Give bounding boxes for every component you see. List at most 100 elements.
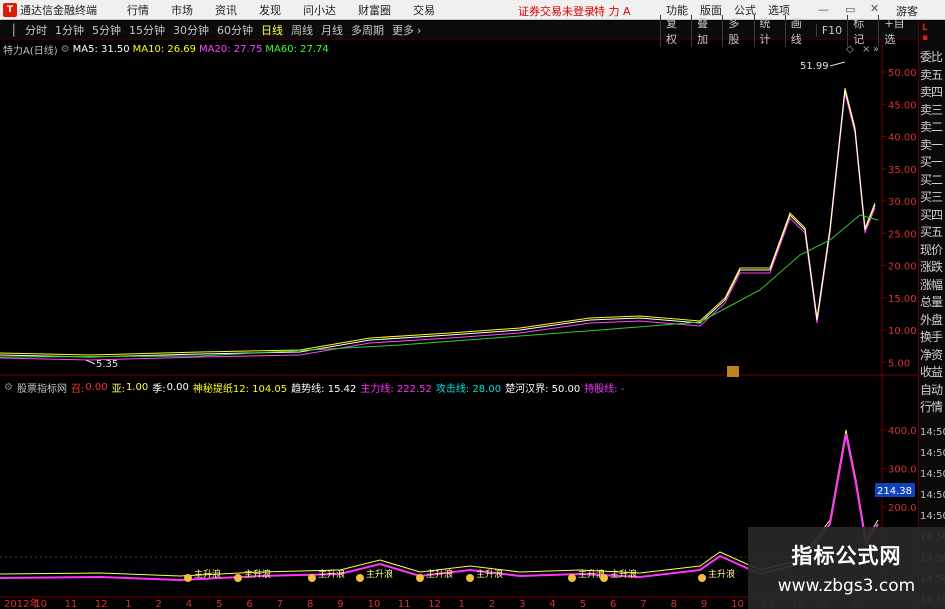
ma60-value: MA60: 27.74 (265, 43, 329, 55)
signal-label: 主升浪 (194, 568, 221, 580)
signal-label: 主升浪 (426, 568, 453, 580)
date-tick-label: 8 (307, 599, 313, 609)
indicator-header: ⚙ 股票指标网 召: 0.00 亚: 1.00 季: 0.00 神秘提纸12: … (0, 380, 625, 395)
indicator-current-value: 214.38 (877, 486, 912, 497)
signal-hand-icon (466, 574, 474, 582)
quote-side-panel: L ▪ 委比卖五 卖四卖三 卖二卖一 买一买二 买三买四 买五现价 涨跌涨幅 总量外盘 换手净资收… (918, 21, 945, 609)
date-tick-label: 10 (368, 599, 381, 609)
indicator-v2-label: 亚: (111, 383, 125, 395)
ma5-value: MA5: 31.50 (72, 43, 130, 55)
watermark: 指标公式网 www.zbgs3.com (748, 527, 945, 609)
signal-label: 主升浪 (610, 568, 637, 580)
side-item[interactable]: 净资 (920, 347, 945, 363)
indicator-v1-label: 召: (70, 383, 85, 395)
price-tick-label: 45.00 (888, 100, 917, 111)
signal-hand-icon (600, 574, 608, 582)
side-item[interactable]: 买一 (920, 154, 945, 170)
chart-expand-icon[interactable]: » (873, 44, 879, 55)
price-tick-label: 35.00 (888, 165, 917, 176)
price-tick-label: 15.00 (888, 294, 917, 305)
side-item[interactable]: 自动 (920, 382, 945, 398)
side-item[interactable]: 买四 (920, 207, 945, 223)
side-item[interactable]: 涨幅 (920, 277, 945, 293)
indicator-v9: 持股线: - (584, 383, 625, 395)
side-item[interactable]: 换手 (920, 329, 945, 345)
side-item[interactable]: 卖二 (920, 119, 945, 135)
signal-hand-icon (184, 574, 192, 582)
date-tick-label: 4 (549, 599, 555, 609)
signal-hand-icon (356, 574, 364, 582)
date-tick-label: 6 (610, 599, 616, 609)
date-axis: 2012年10111212456789101112123456789101112… (4, 597, 859, 609)
side-item[interactable]: 买五 (920, 224, 945, 240)
date-tick-label: 7 (277, 599, 283, 609)
date-tick-label: 7 (640, 599, 646, 609)
side-item[interactable]: 现价 (920, 242, 945, 258)
chart-diamond-icon[interactable]: ◇ (846, 44, 854, 55)
side-item[interactable]: 委比 (920, 49, 945, 65)
date-tick-label: 3 (519, 599, 525, 609)
indicator-v3: 0.00 (166, 381, 189, 393)
indicator-v1: 0.00 (85, 381, 108, 393)
price-tick-label: 20.00 (888, 262, 917, 273)
side-item[interactable]: 卖五 (920, 67, 945, 83)
settings-gear-icon[interactable]: ⚙ (61, 44, 70, 55)
side-item[interactable]: 外盘 (920, 312, 945, 328)
side-item[interactable]: 卖三 (920, 102, 945, 118)
chart-title[interactable]: 特力A(日线) (3, 42, 58, 57)
side-logo-icon[interactable]: L ▪ (922, 23, 944, 43)
high-price-label: 51.99 (800, 61, 829, 72)
indicator-name[interactable]: 股票指标网 (17, 380, 67, 395)
indicator-v5: 趋势线: 15.42 (291, 383, 357, 395)
date-tick-label: 6 (246, 599, 252, 609)
price-grid (0, 71, 882, 363)
event-marker-icon[interactable] (727, 366, 739, 377)
side-item[interactable]: 收益 (920, 364, 945, 380)
signal-hand-icon (308, 574, 316, 582)
indicator-v4: 神秘提纸12: 104.05 (192, 383, 288, 395)
indicator-gear-icon[interactable]: ⚙ (4, 382, 13, 393)
indicator-v3-label: 季: (152, 383, 166, 395)
ma5-line (0, 89, 876, 358)
side-item[interactable]: 买二 (920, 172, 945, 188)
indicator-magenta-line (0, 433, 879, 582)
signal-label: 主升浪 (476, 568, 503, 580)
main-chart-header: 特力A(日线) ⚙ MA5: 31.50 MA10: 26.69 MA20: 2… (0, 42, 329, 57)
indicator-tick-label: 200.0 (888, 503, 917, 514)
ma20-line (0, 92, 876, 361)
side-item[interactable]: 卖四 (920, 84, 945, 100)
indicator-tick-label: 400.0 (888, 426, 917, 437)
kline-chart[interactable]: 50.0045.0040.0035.0030.0025.0020.0015.00… (0, 0, 918, 609)
price-axis: 50.00 45.00 40.00 35.00 30.00 25.00 20.00 15.00… (882, 68, 917, 369)
signal-hand-icon (234, 574, 242, 582)
side-item[interactable]: 卖一 (920, 137, 945, 153)
ma20-value: MA20: 27.75 (199, 43, 263, 55)
price-tick-label: 5.00 (888, 358, 910, 369)
low-pointer (85, 359, 96, 365)
ma10-value: MA10: 26.69 (132, 43, 197, 55)
date-tick-label: 1 (125, 599, 131, 609)
high-pointer (829, 61, 846, 67)
ma10-line (0, 87, 876, 356)
side-item[interactable]: 买三 (920, 189, 945, 205)
side-item[interactable]: 总量 (920, 294, 945, 310)
indicator-v6: 主力线: 222.52 (360, 383, 432, 395)
indicator-v2: 1.00 (125, 381, 149, 393)
watermark-url: www.zbgs3.com (777, 576, 916, 596)
side-time: 14:50 (920, 448, 945, 459)
signal-hand-icon (416, 574, 424, 582)
signal-label: 主升浪 (708, 568, 735, 580)
signal-hand-icon (568, 574, 576, 582)
date-tick-label: 9 (701, 599, 707, 609)
price-tick-label: 40.00 (888, 133, 917, 144)
date-tick-label: 10 (731, 599, 744, 609)
indicator-v8: 楚河汉界: 50.00 (505, 383, 581, 395)
date-tick-label: 9 (337, 599, 343, 609)
price-tick-label: 50.00 (888, 68, 917, 79)
chart-close-icon[interactable]: × (862, 44, 870, 55)
side-item[interactable]: 行情 (920, 399, 945, 415)
side-item[interactable]: 涨跌 (920, 259, 945, 275)
side-time: 14:50 (920, 490, 945, 501)
date-tick-label: 1 (459, 599, 465, 609)
signal-label: 主升浪 (244, 568, 271, 580)
